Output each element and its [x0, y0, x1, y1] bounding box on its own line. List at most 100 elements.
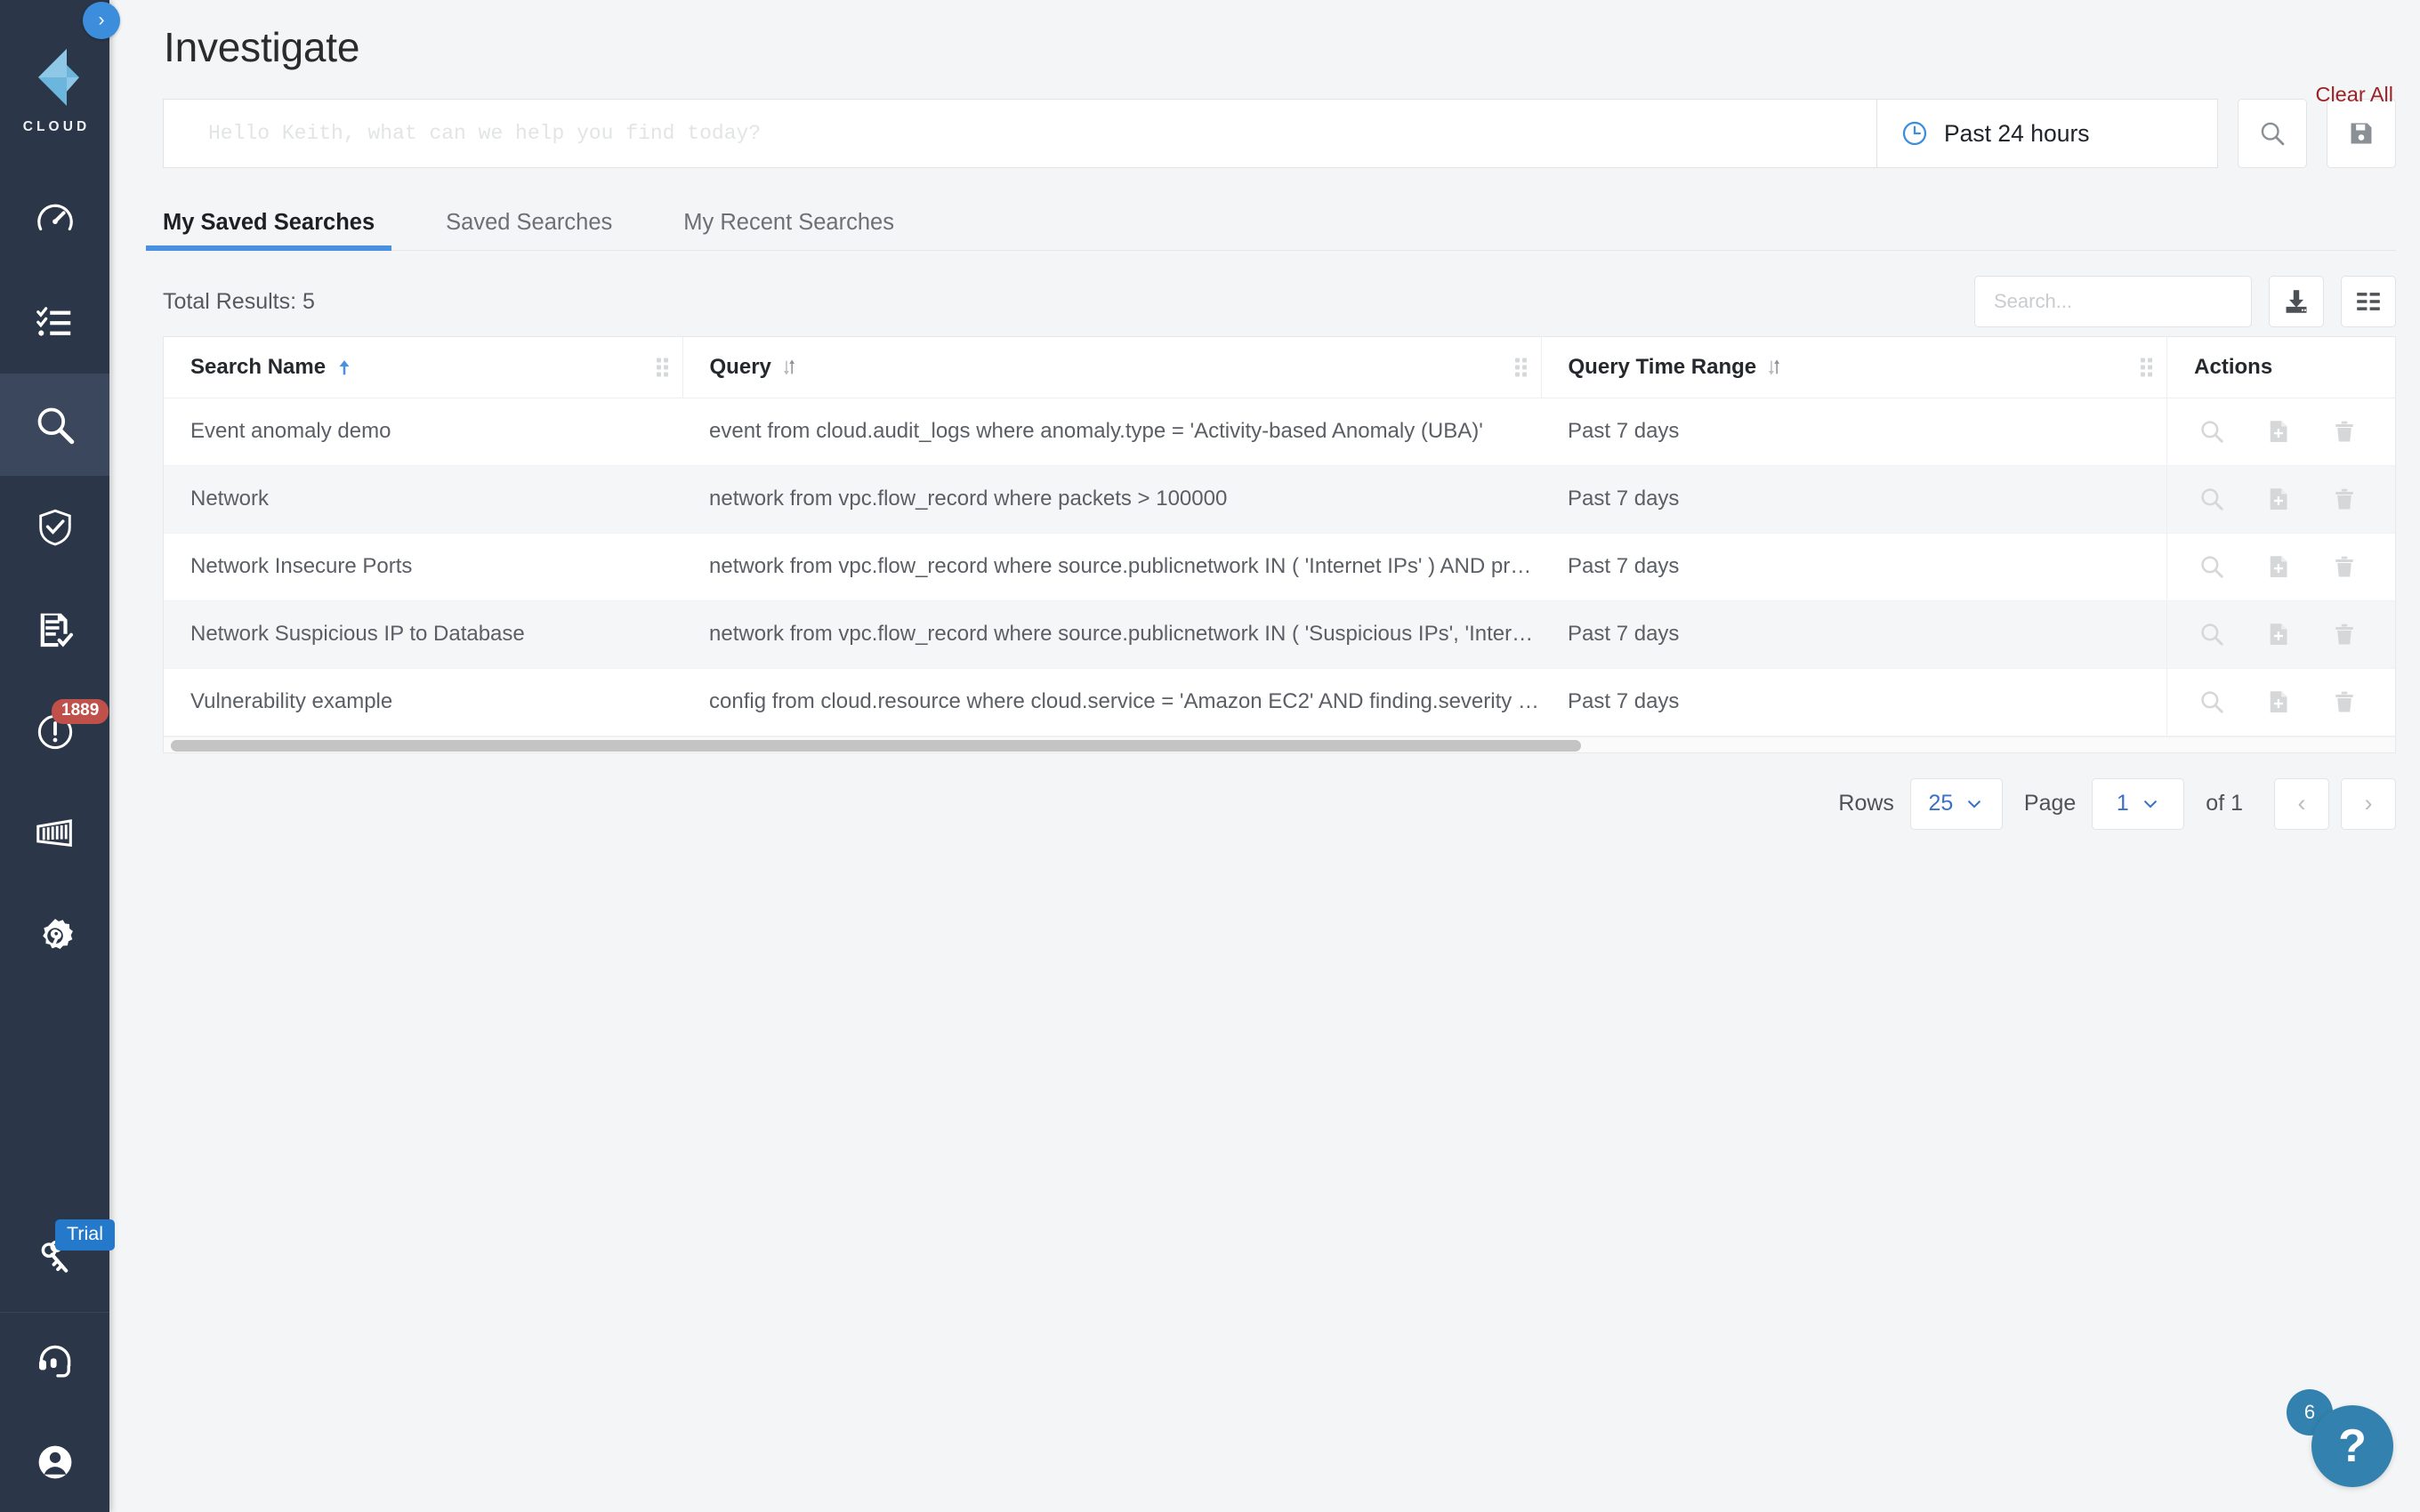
tab-my-recent-searches[interactable]: My Recent Searches — [683, 210, 894, 250]
omni-search-field[interactable] — [163, 99, 1876, 168]
column-resize-handle[interactable] — [2141, 358, 2153, 377]
column-header-query-time-range[interactable]: Query Time Range — [1541, 337, 2168, 398]
sidebar-item-support[interactable] — [0, 1313, 109, 1412]
tab-saved-searches[interactable]: Saved Searches — [446, 210, 612, 250]
column-label: Actions — [2194, 354, 2273, 379]
sidebar-item-settings[interactable] — [0, 885, 109, 987]
query-link[interactable]: config from cloud.resource where cloud.s… — [709, 689, 1541, 713]
chevron-down-icon — [2143, 800, 2157, 808]
table-row[interactable]: Network Suspicious IP to Database networ… — [164, 600, 2395, 669]
table-search-field[interactable] — [1974, 276, 2252, 327]
cell-query[interactable]: network from vpc.flow_record where sourc… — [682, 600, 1542, 669]
sidebar-item-investigate[interactable] — [0, 374, 109, 476]
next-page-button[interactable]: › — [2341, 777, 2396, 830]
column-label: Query — [709, 354, 771, 379]
toolbar-actions — [1974, 276, 2396, 327]
cell-search-name: Vulnerability example — [164, 668, 683, 736]
cell-query[interactable]: network from vpc.flow_record where packe… — [682, 465, 1542, 534]
search-input[interactable] — [208, 122, 1876, 145]
cell-actions — [2166, 533, 2395, 601]
page-label: Page — [2023, 791, 2077, 816]
document-check-icon — [40, 613, 73, 647]
cell-time-range: Past 7 days — [1541, 465, 2167, 534]
rows-per-page-value: 25 — [1928, 791, 1954, 816]
trash-icon[interactable] — [2331, 688, 2358, 715]
query-link[interactable]: network from vpc.flow_record where sourc… — [709, 554, 1541, 578]
document-plus-icon[interactable] — [2265, 553, 2292, 580]
search-icon[interactable] — [2198, 620, 2226, 648]
help-button[interactable]: ? — [2311, 1405, 2393, 1487]
sidebar-item-profile[interactable] — [0, 1412, 109, 1512]
document-plus-icon[interactable] — [2265, 418, 2292, 445]
results-toolbar: Total Results: 5 — [163, 274, 2396, 329]
trash-icon[interactable] — [2331, 553, 2358, 580]
column-resize-handle[interactable] — [1514, 358, 1527, 377]
cell-time-range: Past 7 days — [1541, 533, 2167, 601]
trash-icon[interactable] — [2331, 621, 2358, 647]
query-link[interactable]: network from vpc.flow_record where sourc… — [709, 622, 1541, 646]
page-total-label: of 1 — [2206, 791, 2243, 816]
cell-query[interactable]: config from cloud.resource where cloud.s… — [682, 668, 1542, 736]
cell-search-name: Event anomaly demo — [164, 398, 683, 466]
sidebar-item-containers[interactable] — [0, 783, 109, 885]
search-icon[interactable] — [2198, 552, 2226, 581]
search-bar: Past 24 hours — [163, 99, 2396, 168]
download-button[interactable] — [2269, 276, 2324, 327]
sidebar-item-licensing[interactable]: Trial — [0, 1207, 116, 1312]
sidebar-collapse-toggle[interactable]: › — [83, 2, 120, 39]
container-icon — [36, 818, 72, 847]
page-number-select[interactable]: 1 — [2092, 777, 2185, 830]
rows-label: Rows — [1838, 791, 1894, 816]
table-horizontal-scrollbar[interactable] — [164, 736, 2395, 752]
rows-per-page-select[interactable]: 25 — [1909, 777, 2003, 830]
table-row[interactable]: Network network from vpc.flow_record whe… — [164, 465, 2395, 534]
search-icon[interactable] — [2198, 417, 2226, 446]
column-header-query[interactable]: Query — [682, 337, 1542, 398]
column-header-search-name[interactable]: Search Name — [164, 337, 683, 398]
user-circle-icon — [38, 1445, 71, 1479]
trash-icon[interactable] — [2331, 486, 2358, 512]
cloud-logo-icon — [37, 48, 79, 106]
search-icon[interactable] — [2198, 485, 2226, 513]
shield-check-icon — [38, 509, 71, 545]
search-icon — [2261, 122, 2285, 146]
column-label: Search Name — [190, 354, 327, 379]
cell-query[interactable]: network from vpc.flow_record where sourc… — [682, 533, 1542, 601]
run-search-button[interactable] — [2238, 99, 2307, 168]
sidebar-item-monitor[interactable] — [0, 476, 109, 578]
columns-view-button[interactable] — [2341, 276, 2396, 327]
trash-icon[interactable] — [2331, 418, 2358, 445]
app-root: › CLOUD 1889 Trial Investigate Clear All… — [0, 0, 2420, 1512]
table-row[interactable]: Event anomaly demo event from cloud.audi… — [164, 398, 2395, 466]
sidebar-item-compliance[interactable] — [0, 271, 109, 374]
chevron-left-icon: ‹ — [2297, 790, 2306, 816]
main-content: Investigate Clear All Past 24 hours — [109, 0, 2420, 1512]
save-search-button[interactable] — [2327, 99, 2396, 168]
cell-query[interactable]: event from cloud.audit_logs where anomal… — [682, 398, 1542, 466]
table-search-input[interactable] — [1994, 290, 2250, 313]
time-range-picker[interactable]: Past 24 hours — [1876, 99, 2218, 168]
column-resize-handle[interactable] — [656, 358, 668, 377]
document-plus-icon[interactable] — [2265, 621, 2292, 647]
sidebar-item-alerts[interactable]: 1889 — [0, 680, 109, 783]
document-plus-icon[interactable] — [2265, 486, 2292, 512]
sidebar: › CLOUD 1889 Trial — [0, 0, 120, 1512]
query-link[interactable]: event from cloud.audit_logs where anomal… — [709, 419, 1483, 443]
sidebar-item-dashboard[interactable] — [0, 169, 109, 271]
document-plus-icon[interactable] — [2265, 688, 2292, 715]
scrollbar-thumb[interactable] — [171, 739, 1581, 752]
search-icon[interactable] — [2198, 688, 2226, 716]
chevron-down-icon — [1968, 800, 1981, 808]
cell-time-range: Past 7 days — [1541, 398, 2167, 466]
headset-icon — [38, 1345, 70, 1378]
cell-actions — [2166, 398, 2395, 466]
clear-all-button[interactable]: Clear All — [2315, 83, 2393, 107]
sidebar-item-reports[interactable] — [0, 578, 109, 680]
cell-search-name: Network — [164, 465, 683, 534]
trial-badge: Trial — [55, 1219, 116, 1251]
table-row[interactable]: Vulnerability example config from cloud.… — [164, 668, 2395, 736]
tab-my-saved-searches[interactable]: My Saved Searches — [145, 210, 392, 251]
table-row[interactable]: Network Insecure Ports network from vpc.… — [164, 533, 2395, 601]
query-link[interactable]: network from vpc.flow_record where packe… — [709, 487, 1227, 511]
previous-page-button[interactable]: ‹ — [2274, 777, 2329, 830]
